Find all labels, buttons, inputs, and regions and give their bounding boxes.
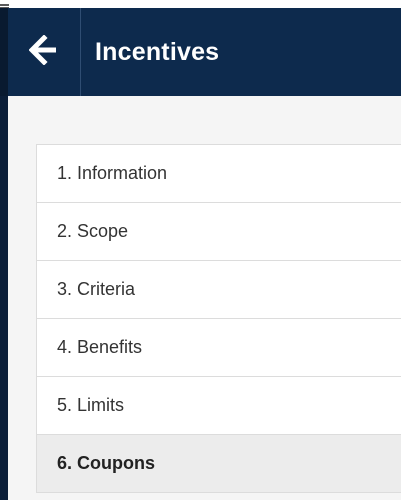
- window-top-strip: [0, 0, 401, 8]
- step-item-information[interactable]: 1. Information: [37, 145, 401, 203]
- left-edge: [0, 96, 8, 500]
- step-item-limits[interactable]: 5. Limits: [37, 377, 401, 435]
- step-item-criteria[interactable]: 3. Criteria: [37, 261, 401, 319]
- step-label: 4. Benefits: [57, 337, 143, 357]
- main-content: 1. Information 2. Scope 3. Criteria 4. B…: [8, 96, 401, 500]
- back-button[interactable]: [8, 8, 80, 96]
- step-label: 5. Limits: [57, 395, 125, 415]
- app-window: Incentives 1. Information 2. Scope 3. Cr…: [0, 0, 401, 500]
- step-label: 6. Coupons: [57, 453, 155, 473]
- page-title: Incentives: [95, 37, 220, 66]
- left-edge-header: [0, 8, 8, 96]
- step-label: 2. Scope: [57, 221, 129, 241]
- step-item-scope[interactable]: 2. Scope: [37, 203, 401, 261]
- step-nav-list: 1. Information 2. Scope 3. Criteria 4. B…: [36, 144, 401, 493]
- arrow-left-icon: [28, 33, 59, 70]
- step-item-benefits[interactable]: 4. Benefits: [37, 319, 401, 377]
- step-item-coupons[interactable]: 6. Coupons: [37, 435, 401, 493]
- step-label: 1. Information: [57, 163, 168, 183]
- page-header: Incentives: [8, 8, 401, 96]
- step-label: 3. Criteria: [57, 279, 136, 299]
